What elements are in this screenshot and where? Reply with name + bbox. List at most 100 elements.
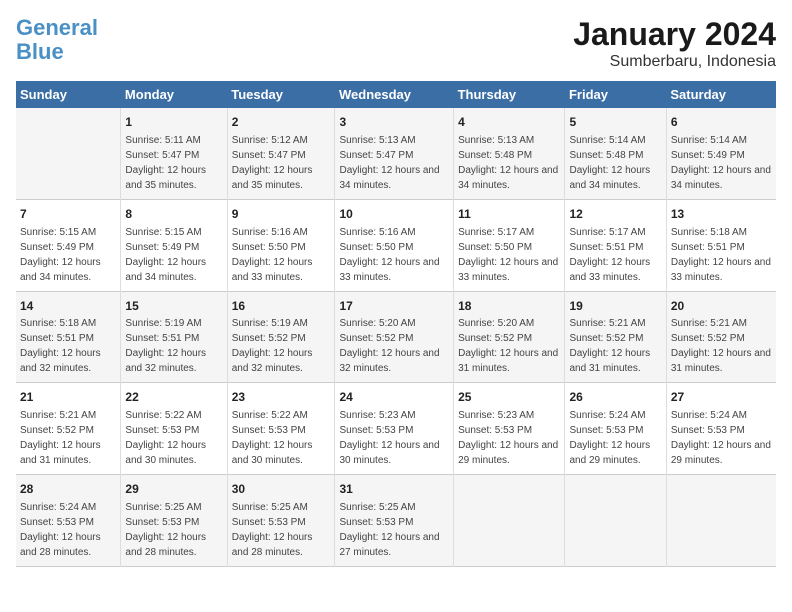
weekday-header-sunday: Sunday xyxy=(16,81,121,108)
calendar-cell: 20Sunrise: 5:21 AMSunset: 5:52 PMDayligh… xyxy=(666,291,776,383)
sunset-text: Sunset: 5:53 PM xyxy=(20,517,94,528)
sun-info: Sunrise: 5:16 AMSunset: 5:50 PMDaylight:… xyxy=(232,225,331,285)
title-block: January 2024 Sumberbaru, Indonesia xyxy=(573,16,776,71)
day-number: 29 xyxy=(125,481,222,498)
sun-info: Sunrise: 5:25 AMSunset: 5:53 PMDaylight:… xyxy=(125,500,222,560)
day-number: 12 xyxy=(569,206,661,223)
calendar-table: SundayMondayTuesdayWednesdayThursdayFrid… xyxy=(16,81,776,567)
sun-info: Sunrise: 5:17 AMSunset: 5:50 PMDaylight:… xyxy=(458,225,560,285)
sun-info: Sunrise: 5:21 AMSunset: 5:52 PMDaylight:… xyxy=(671,316,772,376)
weekday-header-friday: Friday xyxy=(565,81,666,108)
daylight-text: Daylight: 12 hours and 30 minutes. xyxy=(232,440,313,466)
calendar-cell: 17Sunrise: 5:20 AMSunset: 5:52 PMDayligh… xyxy=(335,291,454,383)
day-number: 19 xyxy=(569,298,661,315)
calendar-week-3: 14 Sunrise: 5:18 AM Sunset: 5:51 PM Dayligh… xyxy=(16,291,776,383)
sunrise-text: Sunrise: 5:14 AM xyxy=(569,135,645,146)
calendar-cell: 6Sunrise: 5:14 AMSunset: 5:49 PMDaylight… xyxy=(666,108,776,199)
calendar-cell: 14Sunrise: 5:18 AMSunset: 5:51 PMDayligh… xyxy=(16,291,121,383)
daylight-text: Daylight: 12 hours and 29 minutes. xyxy=(671,440,771,466)
sunset-text: Sunset: 5:48 PM xyxy=(458,150,532,161)
calendar-cell xyxy=(565,475,666,567)
sunset-text: Sunset: 5:52 PM xyxy=(339,333,413,344)
daylight-text: Daylight: 12 hours and 30 minutes. xyxy=(339,440,439,466)
sunrise-text: Sunrise: 5:23 AM xyxy=(458,410,534,421)
sun-info: Sunrise: 5:11 AMSunset: 5:47 PMDaylight:… xyxy=(125,133,222,193)
day-number: 8 xyxy=(125,206,222,223)
day-number: 28 xyxy=(20,481,116,498)
sunrise-text: Sunrise: 5:20 AM xyxy=(458,318,534,329)
daylight-text: Daylight: 12 hours and 35 minutes. xyxy=(232,165,313,191)
sunrise-text: Sunrise: 5:12 AM xyxy=(232,135,308,146)
calendar-week-4: 21 Sunrise: 5:21 AMSunset: 5:52 PMDayligh… xyxy=(16,383,776,475)
sun-info: Sunrise: 5:15 AMSunset: 5:49 PMDaylight:… xyxy=(125,225,222,285)
calendar-cell: 26Sunrise: 5:24 AMSunset: 5:53 PMDayligh… xyxy=(565,383,666,475)
calendar-cell: 12Sunrise: 5:17 AMSunset: 5:51 PMDayligh… xyxy=(565,199,666,291)
sunset-text: Sunset: 5:51 PM xyxy=(20,333,94,344)
sunrise-text: Sunrise: 5:18 AM xyxy=(20,318,96,329)
calendar-cell: 29 Sunrise: 5:25 AMSunset: 5:53 PMDayligh… xyxy=(121,475,227,567)
daylight-text: Daylight: 12 hours and 33 minutes. xyxy=(569,257,650,283)
calendar-cell xyxy=(666,475,776,567)
sunset-text: Sunset: 5:51 PM xyxy=(125,333,199,344)
day-number: 25 xyxy=(458,389,560,406)
day-number: 21 xyxy=(20,389,116,406)
day-number: 11 xyxy=(458,206,560,223)
sunset-text: Sunset: 5:50 PM xyxy=(232,242,306,253)
daylight-text: Daylight: 12 hours and 32 minutes. xyxy=(232,348,313,374)
day-number: 27 xyxy=(671,389,772,406)
sunrise-text: Sunrise: 5:21 AM xyxy=(671,318,747,329)
sun-info: Sunrise: 5:18 AMSunset: 5:51 PMDaylight:… xyxy=(20,316,116,376)
page-subtitle: Sumberbaru, Indonesia xyxy=(573,53,776,71)
sunrise-text: Sunrise: 5:13 AM xyxy=(339,135,415,146)
day-number: 7 xyxy=(20,206,116,223)
day-number: 23 xyxy=(232,389,331,406)
calendar-cell: 10Sunrise: 5:16 AMSunset: 5:50 PMDayligh… xyxy=(335,199,454,291)
day-number: 13 xyxy=(671,206,772,223)
daylight-text: Daylight: 12 hours and 34 minutes. xyxy=(569,165,650,191)
calendar-cell: 19Sunrise: 5:21 AMSunset: 5:52 PMDayligh… xyxy=(565,291,666,383)
sun-info: Sunrise: 5:12 AMSunset: 5:47 PMDaylight:… xyxy=(232,133,331,193)
sunset-text: Sunset: 5:50 PM xyxy=(339,242,413,253)
sun-info: Sunrise: 5:25 AMSunset: 5:53 PMDaylight:… xyxy=(232,500,331,560)
day-number: 18 xyxy=(458,298,560,315)
sunset-text: Sunset: 5:50 PM xyxy=(458,242,532,253)
sun-info: Sunrise: 5:20 AMSunset: 5:52 PMDaylight:… xyxy=(339,316,449,376)
sunrise-text: Sunrise: 5:11 AM xyxy=(125,135,200,146)
sunset-text: Sunset: 5:53 PM xyxy=(458,425,532,436)
day-number: 3 xyxy=(339,114,449,131)
sunrise-text: Sunrise: 5:15 AM xyxy=(20,227,96,238)
sunset-text: Sunset: 5:53 PM xyxy=(232,517,306,528)
sunset-text: Sunset: 5:53 PM xyxy=(125,517,199,528)
sunset-text: Sunset: 5:53 PM xyxy=(232,425,306,436)
calendar-cell: 24Sunrise: 5:23 AMSunset: 5:53 PMDayligh… xyxy=(335,383,454,475)
sun-info: Sunrise: 5:20 AMSunset: 5:52 PMDaylight:… xyxy=(458,316,560,376)
day-number: 30 xyxy=(232,481,331,498)
sun-info: Sunrise: 5:24 AM Sunset: 5:53 PM Daylight:… xyxy=(569,408,661,468)
day-number: 15 xyxy=(125,298,222,315)
sun-info: Sunrise: 5:24 AMSunset: 5:53 PMDaylight:… xyxy=(20,500,116,560)
calendar-cell: 31Sunrise: 5:25 AMSunset: 5:53 PMDayligh… xyxy=(335,475,454,567)
daylight-text: Daylight: 12 hours and 31 minutes. xyxy=(569,348,650,374)
sunset-text: Sunset: 5:49 PM xyxy=(125,242,199,253)
sunset-text: Sunset: 5:52 PM xyxy=(458,333,532,344)
logo-blue: Blue xyxy=(16,39,64,64)
sun-info: Sunrise: 5:21 AMSunset: 5:52 PMDaylight:… xyxy=(20,408,116,468)
sunrise-text: Sunrise: 5:25 AM xyxy=(232,502,308,513)
page-title: January 2024 xyxy=(573,16,776,53)
sunrise-text: Sunrise: 5:22 AM xyxy=(125,410,201,421)
weekday-header-saturday: Saturday xyxy=(666,81,776,108)
sunset-text: Sunset: 5:52 PM xyxy=(232,333,306,344)
sun-info: Sunrise: 5:13 AMSunset: 5:48 PMDaylight:… xyxy=(458,133,560,193)
sunrise-text: Sunrise: 5:14 AM xyxy=(671,135,747,146)
daylight-text: Daylight: 12 hours and 31 minutes. xyxy=(20,440,101,466)
daylight-text: Daylight: 12 hours and 29 minutes. xyxy=(569,440,650,466)
sunset-text: Sunset: 5:53 PM xyxy=(569,425,643,436)
weekday-header-tuesday: Tuesday xyxy=(227,81,335,108)
sunrise-text: Sunrise: 5:25 AM xyxy=(339,502,415,513)
page-header: General Blue January 2024 Sumberbaru, In… xyxy=(16,16,776,71)
sunrise-text: Sunrise: 5:24 AM xyxy=(569,410,645,421)
sunrise-text: Sunrise: 5:19 AM xyxy=(232,318,308,329)
calendar-week-2: 7Sunrise: 5:15 AMSunset: 5:49 PMDaylight… xyxy=(16,199,776,291)
day-number: 14 xyxy=(20,298,116,315)
sun-info: Sunrise: 5:15 AMSunset: 5:49 PMDaylight:… xyxy=(20,225,116,285)
